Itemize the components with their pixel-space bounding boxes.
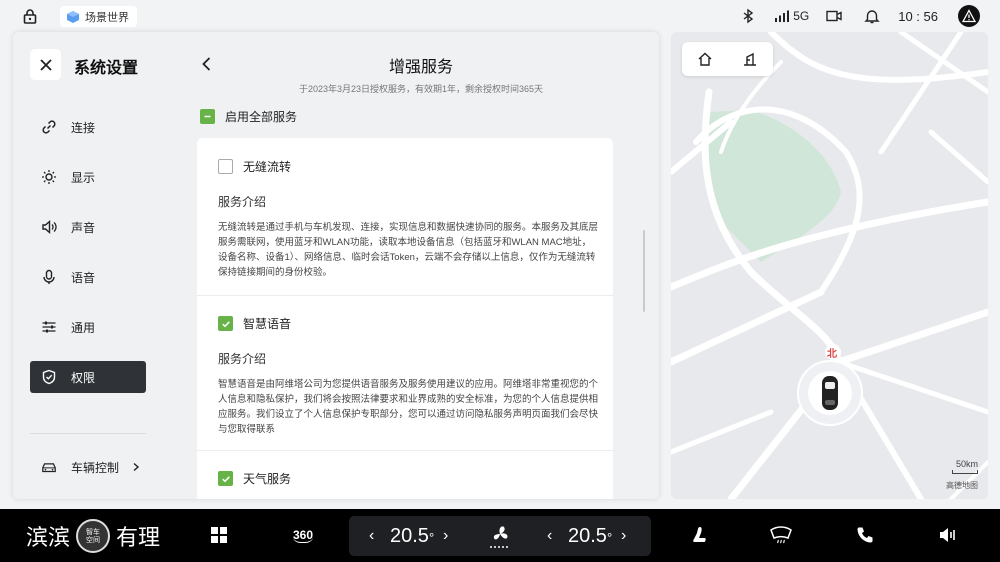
fan-icon[interactable] [485, 522, 515, 552]
bottom-dock: 滨滨 智车 空间 有理 360 ‹ 20.5° › ‹ 20.5° › [0, 509, 1000, 562]
service-intro-label: 服务介绍 [218, 352, 267, 366]
check-icon [221, 320, 230, 327]
service-intro-label: 服务介绍 [218, 195, 267, 209]
sliders-icon [41, 319, 57, 335]
microphone-icon [41, 269, 57, 285]
right-temp-down-button[interactable]: ‹ [547, 527, 552, 545]
settings-sidebar: 系统设置 连接 显示 声音 语音 通用 权限 车辆控制 [13, 32, 163, 499]
signal-icon [775, 10, 790, 22]
map-scale: 50km [952, 459, 978, 476]
service-weather: 天气服务 [218, 470, 598, 487]
sidebar-item-general[interactable]: 通用 [30, 311, 146, 343]
service-checkbox[interactable] [218, 159, 233, 174]
service-smart-voice: 智慧语音 服务介绍 智慧语音是由阿维塔公司为您提供语音服务及服务使用建议的应用。… [218, 315, 598, 437]
close-button[interactable] [30, 49, 61, 80]
map-roads [671, 32, 988, 499]
bluetooth-icon [743, 8, 754, 24]
service-description: 智慧语音是由阿维塔公司为您提供语音服务及服务使用建议的应用。阿维塔非常重视您的个… [218, 379, 599, 435]
watermark: 滨滨 智车 空间 有理 [26, 509, 160, 562]
sidebar-item-vehicle-control[interactable]: 车辆控制 [30, 451, 146, 483]
settings-title: 系统设置 [74, 60, 139, 77]
shield-icon [41, 369, 57, 385]
volume-icon[interactable] [935, 522, 961, 548]
service-divider [197, 450, 613, 451]
sidebar-item-sound[interactable]: 声音 [30, 211, 146, 243]
view-360-label: 360 [292, 527, 314, 543]
camera-icon [826, 10, 842, 22]
bell-icon[interactable] [864, 8, 880, 24]
service-description: 无缝流转是通过手机与车机发现、连接，实现信息和数据快速协同的服务。本服务及其底层… [218, 222, 599, 278]
sun-icon [41, 169, 57, 185]
sidebar-item-label: 语音 [71, 270, 96, 285]
right-temperature: 20.5° [568, 525, 613, 547]
sidebar-item-voice[interactable]: 语音 [30, 261, 146, 293]
scale-label: 50km [955, 459, 978, 469]
scene-world-label: 场景世界 [85, 11, 129, 24]
left-temperature: 20.5° [390, 525, 435, 547]
partial-checkbox-icon[interactable] [200, 109, 215, 124]
view-360-icon[interactable]: 360 [287, 522, 319, 548]
network-type: 5G [793, 9, 810, 23]
right-temp-up-button[interactable]: › [621, 527, 626, 545]
left-temp-down-button[interactable]: ‹ [369, 527, 374, 545]
warning-icon[interactable] [958, 5, 980, 27]
watermark-right: 有理 [116, 525, 161, 551]
settings-panel: 系统设置 连接 显示 声音 语音 通用 权限 车辆控制 增强服务 于2023年3… [13, 32, 659, 499]
sidebar-item-label: 权限 [71, 370, 96, 385]
enhanced-services-page: 增强服务 于2023年3月23日授权服务，有效期1年，剩余授权时间365天 启用… [183, 32, 659, 499]
defrost-icon[interactable] [766, 522, 796, 548]
authorization-info: 于2023年3月23日授权服务，有效期1年，剩余授权时间365天 [298, 84, 544, 94]
speaker-icon [41, 219, 57, 235]
sidebar-item-label: 通用 [71, 320, 96, 335]
service-name: 智慧语音 [243, 317, 292, 331]
clock: 10 : 56 [898, 8, 938, 24]
sidebar-item-label: 显示 [71, 170, 96, 185]
page-title: 增强服务 [388, 59, 453, 76]
service-checkbox[interactable] [218, 471, 233, 486]
left-temp-up-button[interactable]: › [443, 527, 448, 545]
phone-icon[interactable] [852, 522, 878, 548]
cube-icon [67, 10, 79, 23]
service-divider [197, 295, 613, 296]
apps-grid-icon[interactable] [206, 522, 232, 548]
office-icon[interactable] [742, 51, 758, 67]
scene-world-chip[interactable]: 场景世界 [60, 6, 137, 27]
link-icon [41, 119, 57, 135]
home-icon[interactable] [697, 51, 713, 67]
scrollbar[interactable] [643, 230, 645, 312]
sidebar-item-permissions[interactable]: 权限 [30, 361, 146, 393]
map-view[interactable]: 北 50km 高德地图 [671, 32, 988, 499]
sidebar-item-connect[interactable]: 连接 [30, 111, 146, 143]
scale-bar [952, 470, 978, 474]
service-name: 天气服务 [243, 472, 292, 486]
watermark-left: 滨滨 [26, 525, 71, 551]
seat-icon[interactable] [686, 522, 712, 548]
service-name: 无缝流转 [243, 160, 292, 174]
lock-icon[interactable] [22, 8, 38, 24]
sidebar-item-label: 车辆控制 [71, 460, 120, 475]
map-brand: 高德地图 [946, 481, 978, 490]
service-checkbox[interactable] [218, 316, 233, 331]
close-icon [39, 58, 52, 71]
services-card: 无缝流转 服务介绍 无缝流转是通过手机与车机发现、连接，实现信息和数据快速协同的… [197, 138, 613, 499]
sidebar-item-display[interactable]: 显示 [30, 161, 146, 193]
sidebar-item-label: 连接 [71, 120, 96, 135]
car-icon [41, 459, 57, 475]
map-controls [682, 42, 773, 76]
service-seamless-flow: 无缝流转 服务介绍 无缝流转是通过手机与车机发现、连接，实现信息和数据快速协同的… [218, 158, 598, 280]
north-indicator: 北 [827, 349, 837, 360]
climate-control: ‹ 20.5° › ‹ 20.5° › [349, 516, 651, 556]
sidebar-item-label: 声音 [71, 220, 96, 235]
enable-all-label: 启用全部服务 [225, 110, 298, 124]
watermark-badge: 智车 空间 [76, 518, 111, 553]
sidebar-divider [30, 433, 146, 434]
check-icon [221, 475, 230, 482]
chevron-right-icon [133, 462, 140, 472]
enable-all-services[interactable]: 启用全部服务 [200, 108, 297, 125]
status-bar: 场景世界 5G 10 : 56 [0, 0, 1000, 32]
